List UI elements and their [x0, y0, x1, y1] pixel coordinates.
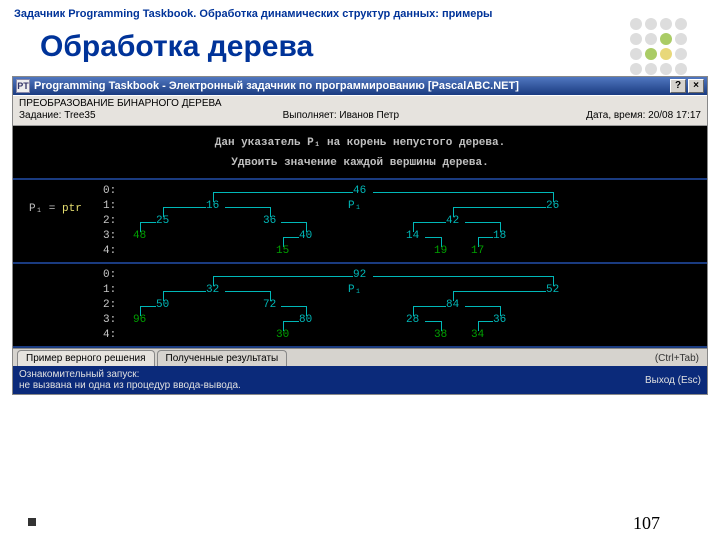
- tree-output: 0: 1: 2: 3: 4: 92 32 P₁ 52 50 72 84: [13, 264, 707, 348]
- corner-decoration: [630, 18, 688, 76]
- exit-button[interactable]: Выход (Esc): [645, 375, 701, 386]
- instr-line: Дан указатель P₁ на корень непустого дер…: [19, 136, 701, 150]
- level-label: 2:: [103, 214, 116, 228]
- pointer-label: P₁ = ptr: [29, 202, 82, 216]
- tree-node: 36: [493, 313, 506, 327]
- tree-node: 32: [206, 283, 219, 297]
- tree-node: P₁: [348, 283, 361, 297]
- app-icon: PT: [16, 79, 30, 93]
- tab-results[interactable]: Полученные результаты: [157, 350, 288, 366]
- tree-leaf: 30: [276, 328, 289, 342]
- tree-node: 50: [156, 298, 169, 312]
- level-label: 0:: [103, 184, 116, 198]
- tree-node: 46: [353, 184, 366, 198]
- tree-node: P₁: [348, 199, 361, 213]
- tree-node: 25: [156, 214, 169, 228]
- terminal: Дан указатель P₁ на корень непустого дер…: [13, 126, 707, 348]
- bullet-icon: [28, 518, 36, 526]
- level-label: 0:: [103, 268, 116, 282]
- tree-input: P₁ = ptr 0: 1: 2: 3: 4: 46 16 P₁ 26 25: [13, 180, 707, 264]
- datetime: Дата, время: 20/08 17:17: [586, 110, 701, 121]
- window-title: Programming Taskbook - Электронный задач…: [34, 80, 519, 92]
- tab-example[interactable]: Пример верного решения: [17, 350, 155, 366]
- level-label: 3:: [103, 229, 116, 243]
- level-label: 2:: [103, 298, 116, 312]
- instr-line: Удвоить значение каждой вершины дерева.: [19, 156, 701, 170]
- task-meta: ПРЕОБРАЗОВАНИЕ БИНАРНОГО ДЕРЕВА Задание:…: [13, 95, 707, 126]
- tree-node: 52: [546, 283, 559, 297]
- tree-node: 28: [406, 313, 419, 327]
- tree-node: 84: [446, 298, 459, 312]
- tree-node: 26: [546, 199, 559, 213]
- page-title: Обработка дерева: [0, 20, 720, 76]
- titlebar: PT Programming Taskbook - Электронный за…: [13, 77, 707, 95]
- tree-node: 16: [206, 199, 219, 213]
- result-tabs: Пример верного решения Полученные резуль…: [13, 348, 707, 366]
- tree-node: 42: [446, 214, 459, 228]
- tree-node: 92: [353, 268, 366, 282]
- level-label: 4:: [103, 244, 116, 258]
- tree-leaf: 34: [471, 328, 484, 342]
- tree-node: 80: [299, 313, 312, 327]
- tree-node: 14: [406, 229, 419, 243]
- task-id: Задание: Tree35: [19, 110, 96, 121]
- tree-leaf: 15: [276, 244, 289, 258]
- tree-node: 72: [263, 298, 276, 312]
- close-button[interactable]: ×: [688, 79, 704, 93]
- tree-leaf: 38: [434, 328, 447, 342]
- executor: Выполняет: Иванов Петр: [283, 110, 399, 121]
- app-window: PT Programming Taskbook - Электронный за…: [12, 76, 708, 395]
- level-label: 3:: [103, 313, 116, 327]
- status-bar: Ознакомительный запуск: не вызвана ни од…: [13, 366, 707, 394]
- tree-leaf: 19: [434, 244, 447, 258]
- tree-leaf: 96: [133, 313, 146, 327]
- tree-leaf: 48: [133, 229, 146, 243]
- level-label: 4:: [103, 328, 116, 342]
- level-label: 1:: [103, 283, 116, 297]
- status-message: Ознакомительный запуск: не вызвана ни од…: [19, 369, 241, 391]
- tree-node: 18: [493, 229, 506, 243]
- task-title: ПРЕОБРАЗОВАНИЕ БИНАРНОГО ДЕРЕВА: [19, 98, 701, 109]
- tree-node: 36: [263, 214, 276, 228]
- tab-hint: (Ctrl+Tab): [651, 351, 703, 366]
- instructions: Дан указатель P₁ на корень непустого дер…: [13, 126, 707, 180]
- breadcrumb: Задачник Programming Taskbook. Обработка…: [0, 0, 720, 20]
- help-button[interactable]: ?: [670, 79, 686, 93]
- tree-leaf: 17: [471, 244, 484, 258]
- page-number: 107: [633, 513, 660, 534]
- tree-node: 40: [299, 229, 312, 243]
- level-label: 1:: [103, 199, 116, 213]
